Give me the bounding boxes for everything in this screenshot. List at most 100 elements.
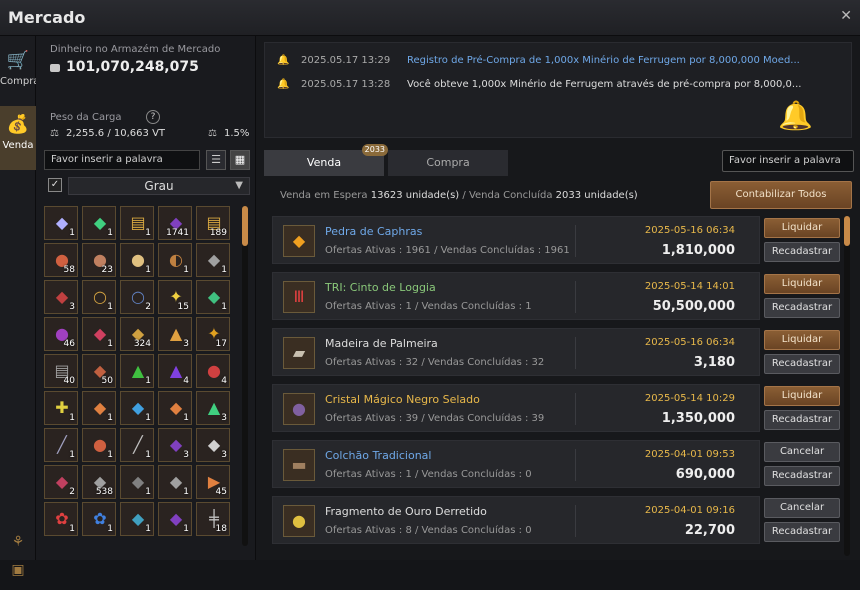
tab-compra[interactable]: 🛒 Compra bbox=[0, 42, 39, 106]
listing-row: ● Cristal Mágico Negro Selado Ofertas Ativ… bbox=[272, 384, 840, 432]
listing-card[interactable]: ▰ Madeira de Palmeira Ofertas Ativas : 32 … bbox=[272, 328, 760, 376]
inventory-slot[interactable]: ◆ 1 bbox=[158, 502, 192, 536]
relist-button[interactable]: Recadastrar bbox=[764, 522, 840, 542]
inventory-slot[interactable]: ╪ 18 bbox=[196, 502, 230, 536]
inventory-slot[interactable]: ◆ 50 bbox=[82, 354, 116, 388]
close-icon[interactable]: ✕ bbox=[840, 8, 852, 24]
list-view-button[interactable]: ☰ bbox=[206, 150, 226, 170]
inventory-slot[interactable]: ● 58 bbox=[44, 243, 78, 277]
inventory-slot[interactable]: ◆ 538 bbox=[82, 465, 116, 499]
inventory-slot[interactable]: ✚ 1 bbox=[44, 391, 78, 425]
right-search-input[interactable]: Favor inserir a palavra bbox=[722, 150, 854, 172]
item-count: 3 bbox=[183, 450, 189, 460]
listing-price: 690,000 bbox=[675, 467, 735, 482]
liquidate-button[interactable]: Liquidar bbox=[764, 330, 840, 350]
inventory-slot[interactable]: ◆ 1 bbox=[82, 391, 116, 425]
inventory-slot[interactable]: ▲ 4 bbox=[158, 354, 192, 388]
divider bbox=[575, 393, 576, 425]
weight-label: Peso da Carga bbox=[50, 112, 122, 123]
help-icon[interactable]: ? bbox=[146, 110, 160, 124]
listing-card[interactable]: Ⅲ TRI: Cinto de Loggia Ofertas Ativas : 1 … bbox=[272, 272, 760, 320]
inventory-slot[interactable]: ◆ 1 bbox=[196, 243, 230, 277]
item-count: 1 bbox=[69, 524, 75, 534]
weight-value: 2,255.6 / 10,663 VT bbox=[66, 128, 166, 139]
scroll-thumb[interactable] bbox=[844, 216, 850, 246]
inventory-slot[interactable]: ● 4 bbox=[196, 354, 230, 388]
inventory-slot[interactable]: ▤ 189 bbox=[196, 206, 230, 240]
item-count: 1 bbox=[145, 413, 151, 423]
inventory-slot[interactable]: ● 23 bbox=[82, 243, 116, 277]
inventory-slot[interactable]: ✿ 1 bbox=[44, 502, 78, 536]
title-bar[interactable]: Mercado ✕ bbox=[0, 0, 860, 36]
inventory-slot[interactable]: ◆ 1 bbox=[196, 280, 230, 314]
liquidate-button[interactable]: Liquidar bbox=[764, 274, 840, 294]
tab-venda[interactable]: Venda 2033 bbox=[264, 144, 388, 176]
inventory-slot[interactable]: ◆ 3 bbox=[44, 280, 78, 314]
inventory-slot[interactable]: ▤ 40 bbox=[44, 354, 78, 388]
inventory-slot[interactable]: ◆ 3 bbox=[196, 428, 230, 462]
inventory-scrollbar[interactable] bbox=[242, 206, 248, 546]
inventory-slot[interactable]: ▶ 45 bbox=[196, 465, 230, 499]
liquidate-button[interactable]: Liquidar bbox=[764, 218, 840, 238]
listing-list: ◆ Pedra de Caphras Ofertas Ativas : 1961 /… bbox=[272, 216, 840, 556]
inventory-slot[interactable]: ◆ 2 bbox=[44, 465, 78, 499]
relist-button[interactable]: Recadastrar bbox=[764, 242, 840, 262]
inventory-slot[interactable]: ◆ 3 bbox=[158, 428, 192, 462]
grade-dropdown[interactable]: Grau ▼ bbox=[68, 177, 250, 195]
liquidate-button[interactable]: Liquidar bbox=[764, 386, 840, 406]
listing-card[interactable]: ▬ Colchão Tradicional Ofertas Ativas : 1 /… bbox=[272, 440, 760, 488]
money-bag-icon: 💰 bbox=[6, 114, 30, 135]
cancel-button[interactable]: Cancelar bbox=[764, 498, 840, 518]
listing-card[interactable]: ● Cristal Mágico Negro Selado Ofertas Ativ… bbox=[272, 384, 760, 432]
tab-venda[interactable]: 💰 Venda bbox=[0, 106, 36, 170]
listing-card[interactable]: ◆ Pedra de Caphras Ofertas Ativas : 1961 /… bbox=[272, 216, 760, 264]
left-search-input[interactable]: Favor inserir a palavra bbox=[44, 150, 200, 170]
inventory-slot[interactable]: ▤ 1 bbox=[120, 206, 154, 240]
done-label: Venda Concluída bbox=[468, 190, 553, 201]
inventory-slot[interactable]: ◆ 1 bbox=[120, 391, 154, 425]
tree-icon[interactable]: ⚘ bbox=[0, 534, 36, 562]
grid-view-button[interactable]: ▦ bbox=[230, 150, 250, 170]
inventory-slot[interactable]: ◆ 324 bbox=[120, 317, 154, 351]
inventory-slot[interactable]: ╱ 1 bbox=[44, 428, 78, 462]
relist-button[interactable]: Recadastrar bbox=[764, 466, 840, 486]
done-value: 2033 unidade(s) bbox=[555, 190, 638, 201]
inventory-slot[interactable]: ◆ 1 bbox=[158, 465, 192, 499]
inventory-slot[interactable]: ✦ 15 bbox=[158, 280, 192, 314]
inventory-slot[interactable]: ○ 1 bbox=[82, 280, 116, 314]
item-count: 1 bbox=[183, 487, 189, 497]
inventory-slot[interactable]: ○ 2 bbox=[120, 280, 154, 314]
inventory-slot[interactable]: ◆ 1 bbox=[120, 502, 154, 536]
cancel-button[interactable]: Cancelar bbox=[764, 442, 840, 462]
inventory-slot[interactable]: ● 1 bbox=[120, 243, 154, 277]
listing-scrollbar[interactable] bbox=[844, 216, 850, 556]
grade-checkbox[interactable]: ✓ bbox=[48, 178, 62, 192]
relist-button[interactable]: Recadastrar bbox=[764, 410, 840, 430]
listing-price: 1,810,000 bbox=[661, 243, 735, 258]
backpack-icon[interactable]: ▣ bbox=[0, 562, 36, 590]
tab-compra[interactable]: Compra bbox=[388, 150, 508, 176]
inventory-slot[interactable]: ✦ 17 bbox=[196, 317, 230, 351]
listing-card[interactable]: ● Fragmento de Ouro Derretido Ofertas Ativ… bbox=[272, 496, 760, 544]
settle-all-button[interactable]: Contabilizar Todos bbox=[710, 181, 852, 209]
inventory-slot[interactable]: ● 1 bbox=[82, 428, 116, 462]
inventory-slot[interactable]: ◆ 1741 bbox=[158, 206, 192, 240]
inventory-slot[interactable]: ◆ 1 bbox=[82, 317, 116, 351]
inventory-slot[interactable]: ◆ 1 bbox=[44, 206, 78, 240]
scroll-thumb[interactable] bbox=[242, 206, 248, 246]
inventory-slot[interactable]: ▲ 3 bbox=[158, 317, 192, 351]
relist-button[interactable]: Recadastrar bbox=[764, 354, 840, 374]
inventory-slot[interactable]: ◆ 1 bbox=[120, 465, 154, 499]
inventory-slot[interactable]: ▲ 1 bbox=[120, 354, 154, 388]
inventory-slot[interactable]: ◆ 1 bbox=[82, 206, 116, 240]
bell-icon: 🔔 bbox=[277, 79, 290, 90]
inventory-slot[interactable]: ◐ 1 bbox=[158, 243, 192, 277]
inventory-slot[interactable]: ╱ 1 bbox=[120, 428, 154, 462]
inventory-slot[interactable]: ✿ 1 bbox=[82, 502, 116, 536]
inventory-slot[interactable]: ● 46 bbox=[44, 317, 78, 351]
inventory-slot[interactable]: ▲ 3 bbox=[196, 391, 230, 425]
relist-button[interactable]: Recadastrar bbox=[764, 298, 840, 318]
item-count: 3 bbox=[69, 302, 75, 312]
inventory-slot[interactable]: ◆ 1 bbox=[158, 391, 192, 425]
notification-text: Você obteve 1,000x Minério de Ferrugem a… bbox=[407, 79, 802, 90]
